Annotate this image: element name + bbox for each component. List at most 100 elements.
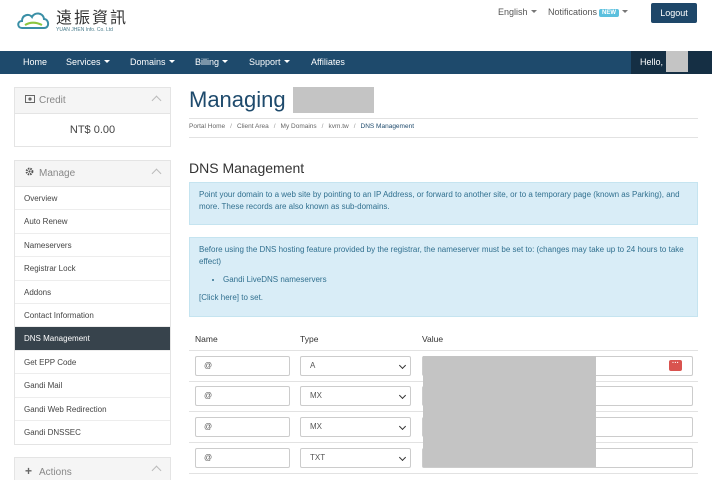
nameserver-list-item: Gandi LiveDNS nameservers [223, 274, 688, 286]
column-header-type: Type [300, 334, 319, 344]
chevron-down-icon [398, 453, 407, 462]
chevron-down-icon [622, 10, 629, 13]
nameserver-list: Gandi LiveDNS nameservers [223, 274, 688, 286]
language-selector[interactable]: English [498, 7, 537, 17]
sidebar-item-addons[interactable]: Addons [15, 281, 170, 304]
user-menu[interactable]: Hello, [631, 51, 712, 74]
sidebar-item-gandi-mail[interactable]: Gandi Mail [15, 374, 170, 398]
chevron-down-icon [222, 60, 229, 63]
credit-balance: NT$ 0.00 [69, 124, 116, 136]
chevron-down-icon [398, 361, 407, 370]
manage-title: Manage [39, 168, 76, 179]
chevron-down-icon [283, 60, 290, 63]
breadcrumb-domain[interactable]: kvm.tw [328, 123, 348, 130]
chevron-up-icon[interactable] [151, 168, 162, 179]
sidebar-item-gandi-web-redirection[interactable]: Gandi Web Redirection [15, 398, 170, 421]
nav-billing[interactable]: Billing [195, 51, 229, 74]
notifications-menu[interactable]: Notifications NEW [548, 7, 629, 17]
set-nameserver-link[interactable]: [Click here] [199, 293, 239, 302]
record-type-select[interactable]: TXT [300, 448, 411, 468]
breadcrumb-current: DNS Management [360, 123, 415, 130]
manage-panel-header[interactable]: Manage [15, 161, 170, 187]
ellipsis-icon[interactable]: ··· [669, 360, 682, 371]
page-title-row: Managing [189, 87, 374, 113]
page-title: Managing [189, 87, 286, 112]
actions-panel-header[interactable]: + Actions [15, 458, 170, 480]
chevron-up-icon[interactable] [151, 95, 162, 106]
nav-support-label: Support [249, 57, 281, 67]
nav-services-label: Services [66, 57, 101, 67]
nameserver-alert-text: Before using the DNS hosting feature pro… [199, 245, 684, 266]
record-type-select[interactable]: MX [300, 386, 411, 406]
nav-services[interactable]: Services [66, 51, 110, 74]
credit-panel-header[interactable]: Credit [15, 88, 170, 114]
credit-title: Credit [39, 95, 66, 106]
main-navbar: Home Services Domains Billing Support Af… [0, 51, 712, 74]
record-type-value: MX [310, 391, 322, 400]
sidebar-item-registrar-lock[interactable]: Registrar Lock [15, 257, 170, 281]
credit-panel: Credit NT$ 0.00 [14, 87, 171, 147]
record-type-select[interactable]: MX [300, 417, 411, 437]
table-row-divider [189, 473, 698, 474]
record-name-input[interactable]: @ [195, 417, 290, 437]
redacted-username [666, 51, 688, 72]
info-alert: Point your domain to a web site by point… [189, 182, 698, 225]
record-name-input[interactable]: @ [195, 356, 290, 376]
chevron-down-icon [103, 60, 110, 63]
info-alert-text: Point your domain to a web site by point… [199, 190, 680, 211]
record-name-input[interactable]: @ [195, 386, 290, 406]
sidebar-item-auto-renew[interactable]: Auto Renew [15, 210, 170, 234]
brand-name-cn: 遠振資訊 [56, 7, 129, 27]
notifications-label: Notifications [548, 7, 598, 17]
sidebar-item-nameservers[interactable]: Nameservers [15, 234, 170, 258]
column-header-value: Value [422, 334, 444, 344]
gear-icon [25, 161, 35, 187]
nav-home-label: Home [23, 57, 48, 67]
sidebar-item-get-epp-code[interactable]: Get EPP Code [15, 351, 170, 375]
record-type-select[interactable]: A [300, 356, 411, 376]
breadcrumb-my-domains[interactable]: My Domains [281, 123, 317, 130]
table-header-divider [189, 350, 698, 351]
manage-panel: Manage Overview Auto Renew Nameservers R… [14, 160, 171, 446]
brand-name-en: YUAN JHEN Info. Co. Ltd [56, 26, 113, 33]
record-type-value: TXT [310, 453, 326, 462]
plus-icon: + [25, 464, 33, 478]
record-type-value: MX [310, 422, 322, 431]
chevron-down-icon [168, 60, 175, 63]
nav-home[interactable]: Home [23, 51, 47, 74]
language-label: English [498, 7, 528, 17]
cloud-logo-icon [16, 8, 52, 34]
nav-affiliates[interactable]: Affiliates [311, 51, 345, 74]
actions-title: Actions [39, 467, 72, 478]
section-title: DNS Management [189, 160, 305, 176]
redacted-domain [293, 87, 374, 113]
wallet-icon [25, 88, 35, 114]
sidebar-item-overview[interactable]: Overview [15, 187, 170, 211]
actions-panel: + Actions [14, 457, 171, 480]
sidebar-item-contact-information[interactable]: Contact Information [15, 304, 170, 328]
chevron-down-icon [398, 422, 407, 431]
brand-logo[interactable]: 遠振資訊 YUAN JHEN Info. Co. Ltd [16, 8, 128, 34]
nav-domains-label: Domains [130, 57, 166, 67]
breadcrumb-portal-home[interactable]: Portal Home [189, 123, 225, 130]
logout-button[interactable]: Logout [651, 3, 697, 23]
top-header: 遠振資訊 YUAN JHEN Info. Co. Ltd English Not… [0, 0, 712, 51]
divider [189, 118, 698, 119]
nav-affiliates-label: Affiliates [311, 57, 345, 67]
sidebar-item-dns-management[interactable]: DNS Management [15, 327, 170, 351]
record-name-input[interactable]: @ [195, 448, 290, 468]
divider [189, 137, 698, 138]
nav-billing-label: Billing [195, 57, 220, 67]
breadcrumb-client-area[interactable]: Client Area [237, 123, 269, 130]
redacted-values [423, 356, 596, 467]
chevron-down-icon [530, 10, 537, 13]
column-header-name: Name [195, 334, 218, 344]
greeting-label: Hello, [640, 57, 664, 67]
new-badge: NEW [599, 9, 620, 17]
nav-support[interactable]: Support [249, 51, 290, 74]
nameserver-alert: Before using the DNS hosting feature pro… [189, 237, 698, 317]
sidebar-item-gandi-dnssec[interactable]: Gandi DNSSEC [15, 421, 170, 444]
nav-domains[interactable]: Domains [130, 51, 175, 74]
set-nameserver-suffix: to set. [239, 293, 264, 302]
chevron-up-icon[interactable] [151, 465, 162, 476]
